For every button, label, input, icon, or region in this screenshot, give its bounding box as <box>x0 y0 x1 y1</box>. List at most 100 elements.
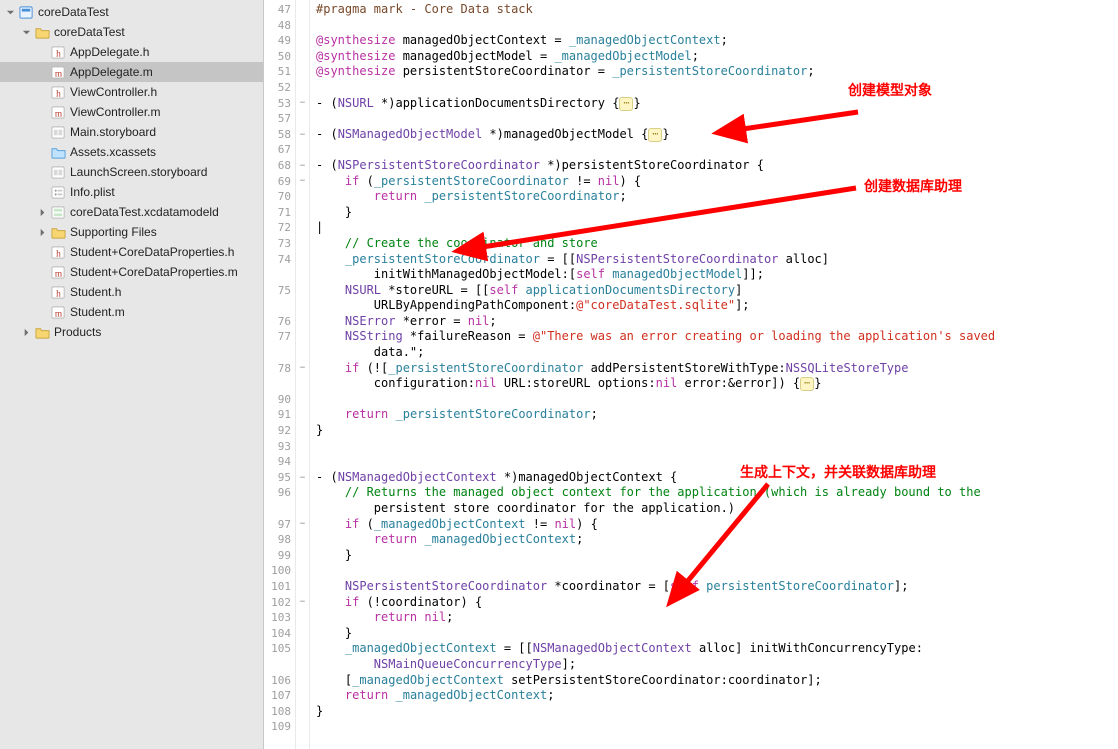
m-icon: m <box>50 304 66 320</box>
code-line[interactable]: } <box>316 423 1112 439</box>
code-line[interactable]: // Returns the managed object context fo… <box>316 485 1112 501</box>
code-line[interactable]: NSURL *storeURL = [[self applicationDocu… <box>316 283 1112 299</box>
disclosure-right-icon[interactable] <box>36 206 48 218</box>
code-line[interactable]: persistent store coordinator for the app… <box>316 501 1112 517</box>
datamodel-icon <box>50 204 66 220</box>
navigator-item[interactable]: mStudent.m <box>0 302 263 322</box>
navigator-item[interactable]: coreDataTest <box>0 2 263 22</box>
code-line[interactable]: if (_persistentStoreCoordinator != nil) … <box>316 174 1112 190</box>
code-line[interactable]: data."; <box>316 345 1112 361</box>
fold-marker[interactable]: − <box>296 174 309 190</box>
code-area[interactable]: 创建模型对象 创建数据库助理 生成上下文，并关联数据库助理 #pragma ma… <box>310 0 1118 749</box>
fold-marker <box>296 283 309 299</box>
line-number <box>264 376 295 392</box>
navigator-item[interactable]: Info.plist <box>0 182 263 202</box>
code-line[interactable]: NSString *failureReason = @"There was an… <box>316 329 1112 345</box>
code-line[interactable]: if (![_persistentStoreCoordinator addPer… <box>316 361 1112 377</box>
disclosure-down-icon[interactable] <box>20 26 32 38</box>
code-line[interactable]: } <box>316 205 1112 221</box>
code-line[interactable]: - (NSURL *)applicationDocumentsDirectory… <box>316 96 1112 112</box>
disclosure-down-icon[interactable] <box>4 6 16 18</box>
fold-marker <box>296 329 309 345</box>
navigator-item-label: ViewController.m <box>70 105 160 119</box>
code-line[interactable]: } <box>316 704 1112 720</box>
code-line[interactable] <box>316 454 1112 470</box>
navigator-item[interactable]: LaunchScreen.storyboard <box>0 162 263 182</box>
folder-icon <box>50 224 66 240</box>
fold-gutter[interactable]: −−−−−−−− <box>296 0 310 749</box>
navigator-item[interactable]: Products <box>0 322 263 342</box>
code-line[interactable]: @synthesize managedObjectContext = _mana… <box>316 33 1112 49</box>
navigator-item[interactable]: m ViewController.m <box>0 102 263 122</box>
code-line[interactable] <box>316 18 1112 34</box>
line-number <box>264 657 295 673</box>
code-line[interactable]: NSMainQueueConcurrencyType]; <box>316 657 1112 673</box>
code-line[interactable]: if (!coordinator) { <box>316 595 1112 611</box>
navigator-item[interactable]: Main.storyboard <box>0 122 263 142</box>
line-number: 48 <box>264 18 295 34</box>
m-icon: m <box>50 104 66 120</box>
fold-marker[interactable]: − <box>296 127 309 143</box>
fold-marker[interactable]: − <box>296 517 309 533</box>
navigator-item[interactable]: mStudent+CoreDataProperties.m <box>0 262 263 282</box>
code-line[interactable] <box>316 563 1112 579</box>
navigator-item[interactable]: hAppDelegate.h <box>0 42 263 62</box>
code-line[interactable]: _persistentStoreCoordinator = [[NSPersis… <box>316 252 1112 268</box>
disclosure-right-icon[interactable] <box>36 226 48 238</box>
line-number: 94 <box>264 454 295 470</box>
code-line[interactable]: return nil; <box>316 610 1112 626</box>
fold-marker <box>296 392 309 408</box>
code-editor[interactable]: 4748495051525357586768697071727374757677… <box>264 0 1118 749</box>
fold-marker[interactable]: − <box>296 470 309 486</box>
fold-marker[interactable]: − <box>296 361 309 377</box>
code-line[interactable]: @synthesize managedObjectModel = _manage… <box>316 49 1112 65</box>
code-line[interactable] <box>316 719 1112 735</box>
code-line[interactable]: return _managedObjectContext; <box>316 688 1112 704</box>
navigator-item[interactable]: coreDataTest.xcdatamodeld <box>0 202 263 222</box>
code-line[interactable]: NSPersistentStoreCoordinator *coordinato… <box>316 579 1112 595</box>
code-line[interactable] <box>316 439 1112 455</box>
code-line[interactable]: URLByAppendingPathComponent:@"coreDataTe… <box>316 298 1112 314</box>
code-line[interactable] <box>316 111 1112 127</box>
code-line[interactable]: #pragma mark - Core Data stack <box>316 2 1112 18</box>
navigator-item[interactable]: Assets.xcassets <box>0 142 263 162</box>
code-line[interactable]: @synthesize persistentStoreCoordinator =… <box>316 64 1112 80</box>
fold-marker[interactable]: − <box>296 595 309 611</box>
fold-marker[interactable]: − <box>296 158 309 174</box>
code-line[interactable]: initWithManagedObjectModel:[self managed… <box>316 267 1112 283</box>
line-number <box>264 345 295 361</box>
navigator-item[interactable]: hViewController.h <box>0 82 263 102</box>
navigator-item[interactable]: coreDataTest <box>0 22 263 42</box>
code-line[interactable]: _managedObjectContext = [[NSManagedObjec… <box>316 641 1112 657</box>
code-line[interactable] <box>316 392 1112 408</box>
code-line[interactable]: } <box>316 548 1112 564</box>
line-number: 102 <box>264 595 295 611</box>
disclosure-right-icon[interactable] <box>20 326 32 338</box>
code-line[interactable]: - (NSManagedObjectContext *)managedObjec… <box>316 470 1112 486</box>
code-line[interactable]: return _persistentStoreCoordinator; <box>316 189 1112 205</box>
fold-marker[interactable]: − <box>296 96 309 112</box>
navigator-item[interactable]: mAppDelegate.m <box>0 62 263 82</box>
svg-text:m: m <box>54 269 62 279</box>
code-line[interactable]: } <box>316 626 1112 642</box>
line-number: 97 <box>264 517 295 533</box>
navigator-item[interactable]: hStudent+CoreDataProperties.h <box>0 242 263 262</box>
fold-marker <box>296 688 309 704</box>
code-line[interactable] <box>316 142 1112 158</box>
navigator-item[interactable]: Supporting Files <box>0 222 263 242</box>
code-line[interactable]: configuration:nil URL:storeURL options:n… <box>316 376 1112 392</box>
file-navigator[interactable]: coreDataTestcoreDataTesthAppDelegate.hmA… <box>0 0 264 749</box>
code-line[interactable]: NSError *error = nil; <box>316 314 1112 330</box>
code-line[interactable]: [_managedObjectContext setPersistentStor… <box>316 673 1112 689</box>
code-line[interactable]: // Create the coordinator and store <box>316 236 1112 252</box>
code-line[interactable]: - (NSPersistentStoreCoordinator *)persis… <box>316 158 1112 174</box>
code-line[interactable] <box>316 80 1112 96</box>
code-line[interactable]: return _managedObjectContext; <box>316 532 1112 548</box>
navigator-item-label: coreDataTest <box>54 25 125 39</box>
navigator-item[interactable]: hStudent.h <box>0 282 263 302</box>
code-line[interactable]: - (NSManagedObjectModel *)managedObjectM… <box>316 127 1112 143</box>
line-number: 52 <box>264 80 295 96</box>
code-line[interactable]: | <box>316 220 1112 236</box>
code-line[interactable]: return _persistentStoreCoordinator; <box>316 407 1112 423</box>
code-line[interactable]: if (_managedObjectContext != nil) { <box>316 517 1112 533</box>
